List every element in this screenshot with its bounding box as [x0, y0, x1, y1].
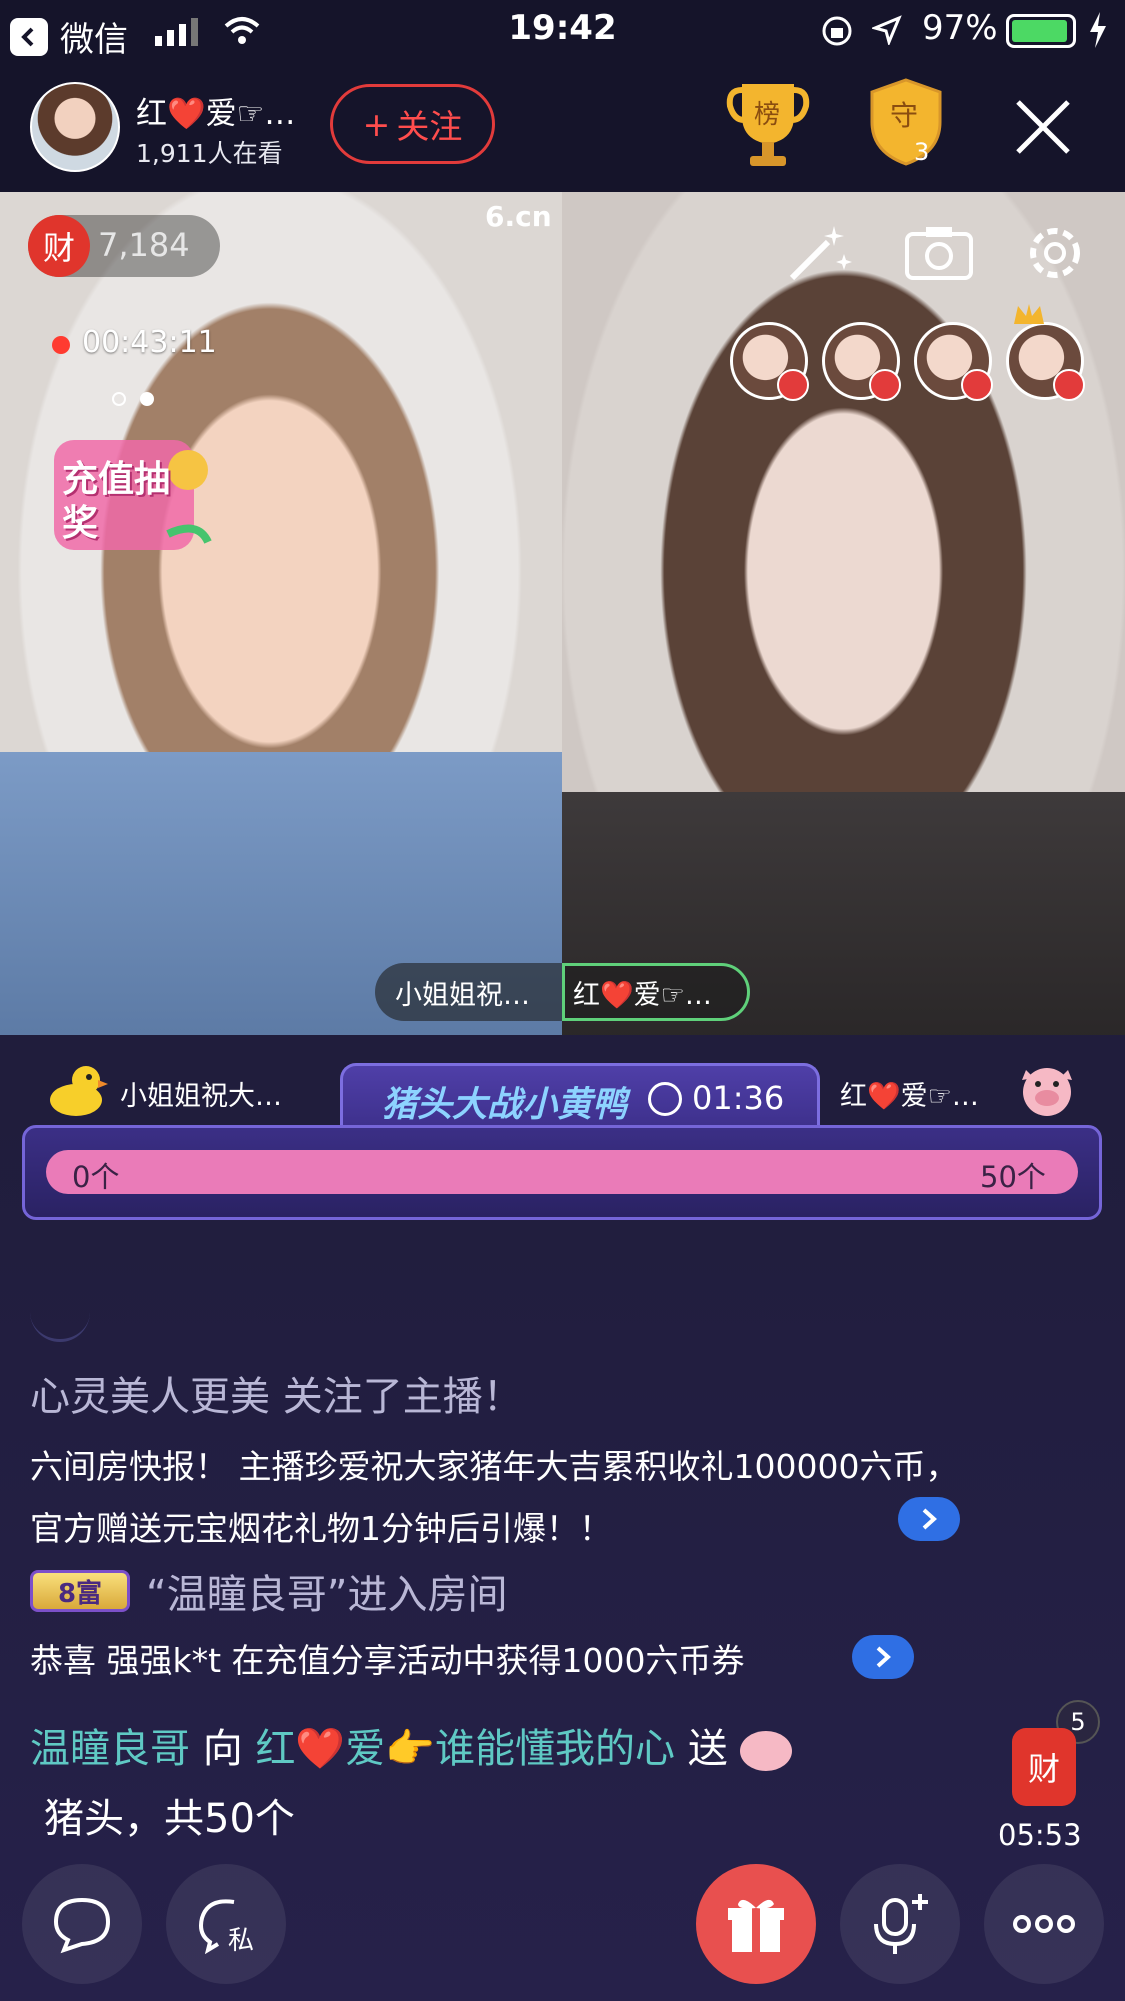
- status-bar: 微信 19:42 97%: [0, 0, 1125, 62]
- pk-right-count: 50个: [980, 1160, 1046, 1194]
- location-icon: [870, 14, 902, 54]
- crown-icon: [1012, 302, 1046, 330]
- broadcast-more-button[interactable]: [898, 1497, 960, 1541]
- chevron-right-icon: [876, 1646, 891, 1668]
- plus-icon: +: [362, 104, 391, 144]
- pig-icon: [1014, 1062, 1080, 1122]
- follow-label: 关注: [396, 107, 463, 146]
- gift-to-word: 向: [202, 1726, 243, 1772]
- page-indicator: [112, 392, 154, 406]
- gift-button[interactable]: [696, 1864, 816, 1984]
- chat-faded-fragment: [30, 1312, 90, 1342]
- magic-wand-icon: [789, 226, 852, 281]
- guest-avatar[interactable]: [822, 322, 901, 401]
- follow-button[interactable]: + 关注: [330, 84, 495, 164]
- host-video[interactable]: [0, 192, 562, 1035]
- more-dots-icon: [1013, 1915, 1075, 1933]
- mic-link-button[interactable]: [840, 1864, 960, 1984]
- recharge-lottery-banner[interactable]: 充值抽奖: [48, 430, 218, 560]
- six-cn-watermark: 6.cn: [485, 200, 552, 233]
- sofa-icon: [869, 369, 901, 401]
- battery-percent: 97%: [922, 8, 998, 48]
- sofa-icon: [1053, 369, 1085, 401]
- pk-title: 猪头大战小黄鸭: [382, 1085, 628, 1125]
- microphone-plus-icon: [874, 1894, 928, 1954]
- gift-receiver[interactable]: 红❤️爱👉谁能懂我的心: [255, 1726, 675, 1772]
- guest-list: [730, 322, 1085, 401]
- pk-left-name[interactable]: 小姐姐祝大…: [120, 1074, 282, 1113]
- chat-gift-message: 温瞳良哥 向 红❤️爱👉谁能懂我的心 送: [30, 1716, 793, 1774]
- chat-reward-message: 恭喜 强强k*t 在充值分享活动中获得1000六币券: [30, 1641, 745, 1680]
- charging-icon: [1088, 12, 1108, 57]
- chevron-right-icon: [922, 1508, 937, 1530]
- record-dot-icon: [52, 336, 70, 354]
- flip-camera-button[interactable]: [904, 224, 974, 286]
- wealth-lantern-button[interactable]: 财: [1012, 1728, 1076, 1806]
- chat-enter-message: “温瞳良哥”进入房间: [146, 1572, 508, 1618]
- chat-follow-message: 心灵美人更美 关注了主播！: [30, 1374, 523, 1420]
- guard-count: 3: [914, 138, 930, 166]
- chat-button[interactable]: [22, 1864, 142, 1984]
- gift-icon: [728, 1899, 784, 1952]
- pk-progress-bar: [46, 1150, 1078, 1194]
- pk-left-count: 0个: [72, 1160, 120, 1194]
- private-label: 私: [228, 1926, 255, 1956]
- promo-text: 充值抽奖: [62, 459, 171, 544]
- close-icon: [1016, 100, 1070, 154]
- reward-more-button[interactable]: [852, 1635, 914, 1679]
- pig-gift-icon: [740, 1731, 793, 1771]
- settings-button[interactable]: [1020, 218, 1090, 292]
- wealth-widget-timer: 05:53: [998, 1818, 1082, 1852]
- beauty-wand-button[interactable]: [784, 220, 856, 288]
- private-chat-button[interactable]: 私: [166, 1864, 286, 1984]
- more-button[interactable]: [984, 1864, 1104, 1984]
- sofa-icon: [961, 369, 993, 401]
- guest-name-tag[interactable]: 红❤️爱☞…: [562, 963, 750, 1021]
- duck-icon: [46, 1062, 108, 1122]
- gift-send-word: 送: [687, 1726, 728, 1772]
- chat-bubble-icon: [53, 1897, 111, 1954]
- live-header: 红❤️爱☞… 1,911人在看 + 关注 榜 守 3: [0, 62, 1125, 192]
- pk-timer: 01:36: [692, 1079, 785, 1117]
- gear-icon: [1030, 228, 1080, 278]
- guest-avatar[interactable]: [1006, 322, 1085, 401]
- guest-avatar[interactable]: [730, 322, 809, 401]
- rank-label: 榜: [754, 100, 781, 130]
- viewer-count: 1,911人在看: [136, 139, 283, 168]
- close-button[interactable]: [1014, 98, 1072, 160]
- broadcast-text: 六间房快报！ 主播珍爱祝大家猪年大吉累积收礼100000六币，官方赠送元宝烟花礼…: [30, 1447, 959, 1548]
- host-name[interactable]: 红❤️爱☞…: [136, 88, 295, 133]
- rank-trophy-button[interactable]: 榜: [726, 76, 810, 176]
- gift-item-text: 猪头，共50个: [44, 1796, 295, 1842]
- gift-sender[interactable]: 温瞳良哥: [30, 1726, 190, 1772]
- chat-broadcast-message: 六间房快报！ 主播珍爱祝大家猪年大吉累积收礼100000六币，官方赠送元宝烟花礼…: [30, 1436, 990, 1560]
- rotation-lock-icon: [820, 14, 854, 57]
- live-duration: 00:43:11: [82, 325, 217, 360]
- wealth-badge: 财: [28, 215, 90, 277]
- battery-icon: [1006, 14, 1076, 48]
- sofa-icon: [777, 369, 809, 401]
- rich-level-badge: 8富: [30, 1570, 130, 1612]
- camera-switch-icon: [905, 227, 973, 280]
- wealth-count: 7,184: [98, 226, 190, 264]
- host-name-tag[interactable]: 小姐姐祝…: [375, 963, 563, 1021]
- guest-avatar[interactable]: [914, 322, 993, 401]
- guard-label: 守: [890, 99, 919, 132]
- clock-icon: [648, 1082, 682, 1116]
- guard-shield-button[interactable]: 守 3: [866, 76, 946, 176]
- pk-right-name[interactable]: 红❤️爱☞…: [840, 1074, 979, 1113]
- host-avatar[interactable]: [30, 82, 120, 172]
